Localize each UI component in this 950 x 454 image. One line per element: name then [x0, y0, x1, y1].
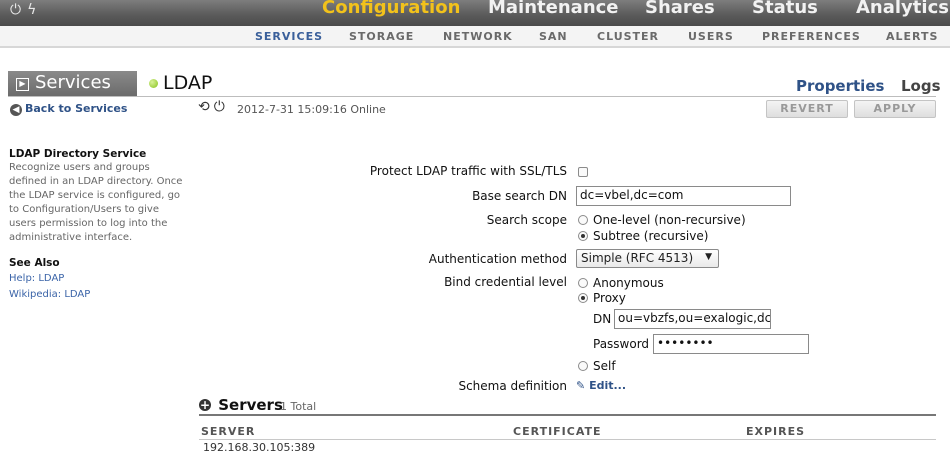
server-address: 192.168.30.105:389: [203, 441, 316, 454]
bind-self-label: Self: [593, 359, 616, 373]
scope-one-level-label: One-level (non-recursive): [593, 213, 746, 227]
servers-count: 1 Total: [280, 400, 317, 413]
column-server[interactable]: SERVER: [201, 425, 255, 438]
power-toggle-icon[interactable]: ⏻: [214, 99, 229, 115]
pencil-icon: ✎: [576, 379, 586, 392]
top-nav-bar: ⏻ϟ Configuration Maintenance Shares Stat…: [0, 0, 950, 26]
base-dn-label: Base search DN: [472, 189, 567, 203]
tab-properties[interactable]: Properties: [796, 77, 884, 95]
subnav-preferences[interactable]: PREFERENCES: [762, 30, 861, 43]
subnav-users[interactable]: USERS: [688, 30, 734, 43]
restart-icon[interactable]: ⟲: [198, 99, 214, 115]
tab-shares[interactable]: Shares: [645, 0, 715, 18]
tab-analytics[interactable]: Analytics: [856, 0, 949, 18]
sidebar-description: Recognize users and groups defined in an…: [9, 162, 183, 243]
wikipedia-ldap-link[interactable]: Wikipedia: LDAP: [9, 288, 184, 302]
bind-self-radio[interactable]: [578, 361, 588, 371]
apply-button[interactable]: APPLY: [854, 100, 936, 118]
bind-credential-label: Bind credential level: [444, 275, 567, 289]
subnav-cluster[interactable]: CLUSTER: [597, 30, 659, 43]
bind-proxy-label: Proxy: [593, 291, 626, 305]
dn-label: DN: [593, 312, 612, 326]
back-arrow-icon: ◀: [10, 104, 22, 116]
power-icon[interactable]: ⏻: [10, 2, 27, 18]
subnav-san[interactable]: SAN: [539, 30, 568, 43]
services-tab-label: Services: [35, 72, 111, 93]
help-ldap-link[interactable]: Help: LDAP: [9, 272, 184, 286]
scope-subtree-label: Subtree (recursive): [593, 229, 709, 243]
subnav-services[interactable]: SERVICES: [255, 30, 323, 43]
protect-ssl-checkbox[interactable]: [578, 167, 588, 177]
servers-divider: [199, 414, 936, 416]
auth-method-value: Simple (RFC 4513): [581, 251, 694, 265]
column-certificate[interactable]: CERTIFICATE: [513, 425, 602, 438]
see-also-heading: See Also: [9, 257, 60, 269]
service-status-text: 2012-7-31 15:09:16 Online: [237, 103, 386, 116]
tab-logs[interactable]: Logs: [901, 77, 941, 95]
protect-ssl-label: Protect LDAP traffic with SSL/TLS: [369, 164, 567, 178]
back-to-services-link[interactable]: ◀ Back to Services: [10, 102, 127, 116]
tab-maintenance[interactable]: Maintenance: [488, 0, 619, 18]
bind-anonymous-radio[interactable]: [578, 278, 588, 288]
subnav-storage[interactable]: STORAGE: [349, 30, 414, 43]
revert-button[interactable]: REVERT: [766, 100, 848, 118]
sidebar-title: LDAP Directory Service: [9, 148, 147, 160]
password-label: Password: [593, 337, 650, 351]
back-link-label: Back to Services: [25, 102, 128, 115]
subnav-alerts[interactable]: ALERTS: [886, 30, 938, 43]
auth-method-label: Authentication method: [428, 252, 567, 266]
servers-header-divider: [199, 439, 936, 440]
password-input[interactable]: ••••••••: [653, 334, 809, 354]
base-dn-input[interactable]: dc=vbel,dc=com: [576, 186, 791, 206]
schema-edit-label: Edit...: [589, 379, 627, 392]
status-indicator-icon: [149, 79, 158, 88]
tab-status[interactable]: Status: [752, 0, 818, 18]
servers-heading: + Servers: [199, 396, 283, 414]
schema-edit-link[interactable]: ✎ Edit...: [576, 379, 626, 392]
scope-one-level-radio[interactable]: [578, 215, 588, 225]
sub-nav-bar: SERVICES STORAGE NETWORK SAN CLUSTER USE…: [0, 26, 950, 48]
bind-proxy-radio[interactable]: [578, 293, 588, 303]
add-server-icon[interactable]: +: [199, 399, 211, 411]
dn-input[interactable]: ou=vbzfs,ou=exalogic,dc=: [614, 309, 771, 329]
schema-definition-label: Schema definition: [458, 379, 567, 393]
play-icon: ▶: [16, 78, 29, 91]
bind-anonymous-label: Anonymous: [593, 276, 664, 290]
auth-method-select[interactable]: Simple (RFC 4513) ▼: [576, 249, 719, 268]
system-icons: ⏻ϟ: [10, 2, 42, 18]
subnav-network[interactable]: NETWORK: [443, 30, 513, 43]
table-row[interactable]: 192.168.30.105:389: [203, 441, 315, 454]
services-tab[interactable]: ▶ Services: [8, 71, 137, 96]
lightning-icon[interactable]: ϟ: [27, 2, 42, 18]
sidebar: LDAP Directory Service Recognize users a…: [9, 147, 184, 302]
header-divider: [8, 96, 936, 97]
page-title: LDAP: [163, 72, 213, 94]
dropdown-arrow-icon: ▼: [705, 252, 712, 262]
scope-subtree-radio[interactable]: [578, 231, 588, 241]
service-controls: ⟲⏻: [198, 99, 229, 115]
servers-title: Servers: [218, 396, 283, 414]
tab-configuration[interactable]: Configuration: [322, 0, 460, 18]
column-expires[interactable]: EXPIRES: [746, 425, 805, 438]
search-scope-label: Search scope: [486, 213, 567, 227]
